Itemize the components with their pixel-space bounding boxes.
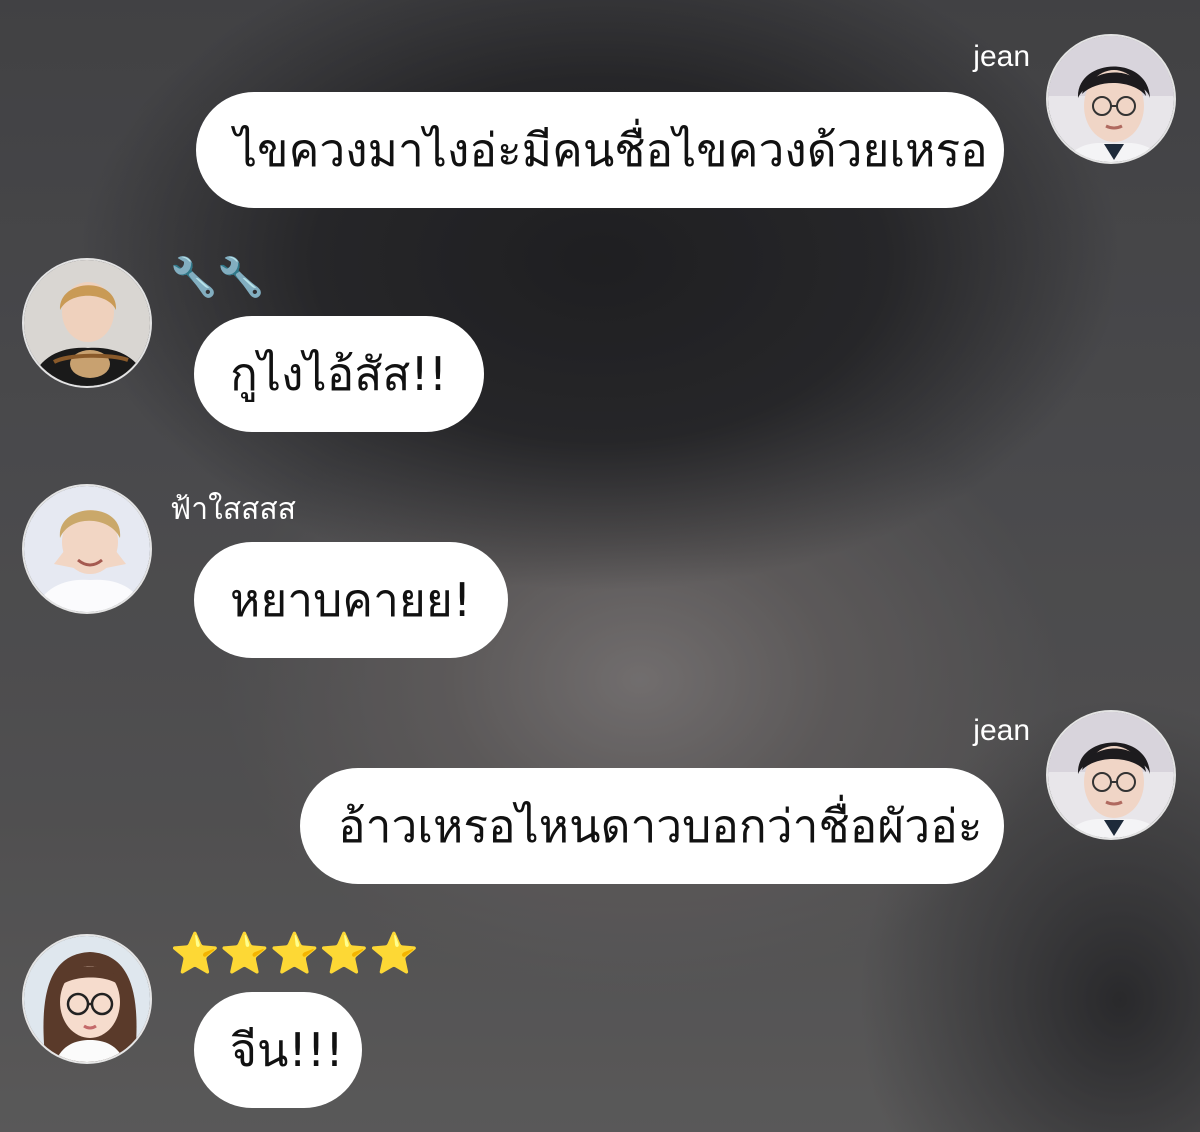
message-text: อ้าวเหรอไหนดาวบอกว่าชื่อผัวอ่ะ xyxy=(338,799,983,853)
message-bubble[interactable]: ไขควงมาไงอ่ะมีคนชื่อไขควงด้วยเหรอ xyxy=(196,92,1004,208)
sender-name: jean xyxy=(973,714,1030,747)
message-text: ไขควงมาไงอ่ะมีคนชื่อไขควงด้วยเหรอ xyxy=(234,123,988,177)
avatar[interactable] xyxy=(22,484,152,614)
user-avatar-girl-glasses-icon xyxy=(24,936,150,1062)
sender-name: ⭐⭐⭐⭐⭐ xyxy=(170,932,420,976)
user-avatar-smiling-boy-icon xyxy=(24,486,150,612)
user-avatar-glasses-boy-icon xyxy=(1048,712,1174,838)
user-avatar-blond-boy-icon xyxy=(24,260,150,386)
avatar[interactable] xyxy=(22,934,152,1064)
message-text: กูไงไอ้สัส!! xyxy=(230,347,448,401)
message-bubble[interactable]: อ้าวเหรอไหนดาวบอกว่าชื่อผัวอ่ะ xyxy=(300,768,1004,884)
user-avatar-glasses-boy-icon xyxy=(1048,36,1174,162)
message-bubble[interactable]: กูไงไอ้สัส!! xyxy=(194,316,484,432)
sender-name: 🔧🔧 xyxy=(170,257,265,299)
message-bubble[interactable]: จีน!!! xyxy=(194,992,362,1108)
avatar[interactable] xyxy=(1046,710,1176,840)
message-text: หยาบคายย! xyxy=(230,573,472,627)
avatar[interactable] xyxy=(1046,34,1176,164)
message-text: จีน!!! xyxy=(230,1023,344,1077)
sender-name: jean xyxy=(973,40,1030,73)
avatar[interactable] xyxy=(22,258,152,388)
sender-name: ฟ้าใสสสส xyxy=(170,493,296,526)
message-bubble[interactable]: หยาบคายย! xyxy=(194,542,508,658)
